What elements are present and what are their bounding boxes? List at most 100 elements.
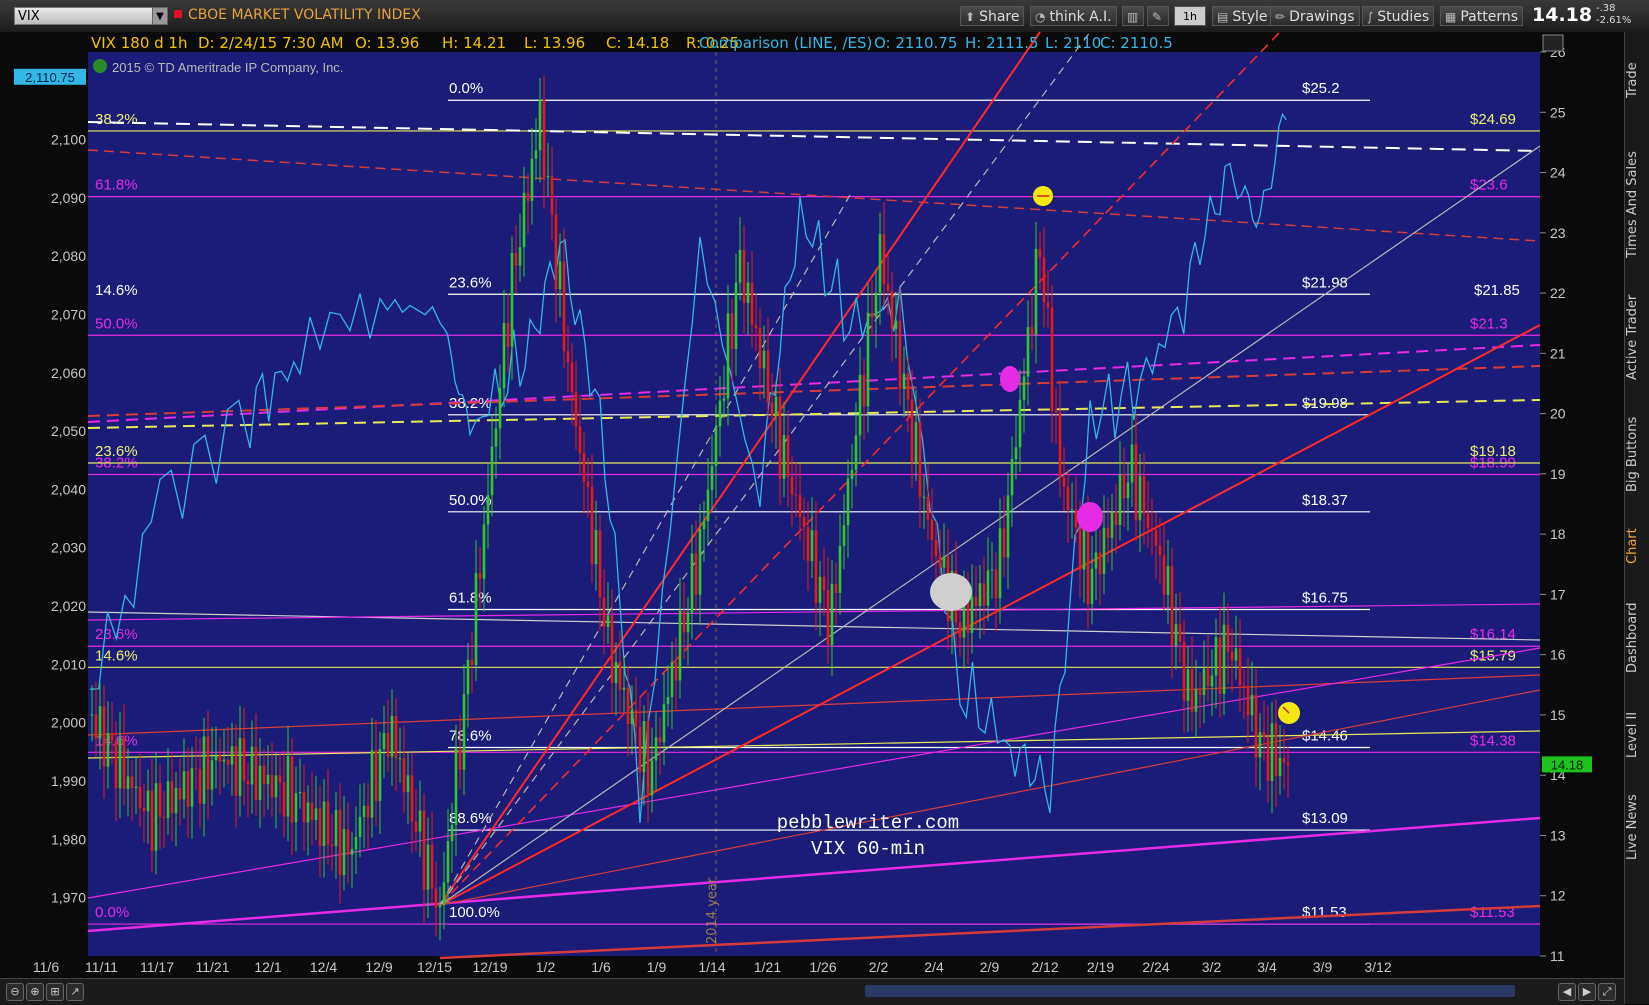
tab-live-news[interactable]: Live News xyxy=(1625,782,1649,872)
fib-extra-price: $21.85 xyxy=(1474,282,1520,299)
vix-candle-body xyxy=(410,775,414,822)
vix-candle-body xyxy=(990,569,994,571)
vix-candle-body xyxy=(570,362,574,393)
vix-candle-body xyxy=(582,453,586,482)
tab-dashboard[interactable]: Dashboard xyxy=(1625,588,1649,688)
vix-candle-body xyxy=(242,738,246,781)
vix-candle-body xyxy=(894,320,898,329)
fib-yellow-pct: 23.6% xyxy=(95,443,138,460)
copyright-text: 2015 © TD Ameritrade IP Company, Inc. xyxy=(112,60,343,75)
fib-magenta-pct: 0.0% xyxy=(95,904,129,921)
tab-trade[interactable]: Trade xyxy=(1625,40,1649,120)
vix-candle-body xyxy=(1262,732,1266,738)
tab-times-and-sales[interactable]: Times And Sales xyxy=(1625,140,1649,270)
scroll-left-icon[interactable]: ◀ xyxy=(1558,983,1576,1001)
fib-white-price: $18.37 xyxy=(1302,492,1348,509)
x-tick-label: 2/4 xyxy=(924,959,944,975)
vix-candle-body xyxy=(546,175,550,178)
info-low: L: 13.96 xyxy=(524,34,585,52)
vix-candle-body xyxy=(230,746,234,765)
vix-candle-body xyxy=(1114,511,1118,525)
vix-candle-body xyxy=(562,261,566,352)
vix-candle-body xyxy=(214,754,218,761)
vix-candle-body xyxy=(738,249,742,283)
vix-candle-body xyxy=(390,715,394,757)
vix-candle-body xyxy=(434,888,438,908)
vix-candle-body xyxy=(1158,545,1162,555)
vix-candle-body xyxy=(826,590,830,645)
vix-candle-body xyxy=(790,476,794,495)
vix-candle-body xyxy=(1026,327,1030,377)
vix-candle-body xyxy=(450,824,454,842)
vix-candle-body xyxy=(138,786,142,808)
right-tick-label: 21 xyxy=(1550,345,1566,361)
fit-icon[interactable]: ⊞ xyxy=(46,983,64,1001)
vix-candle-body xyxy=(650,760,654,796)
vix-candle-body xyxy=(494,428,498,447)
zoom-out-icon[interactable]: ⊖ xyxy=(6,983,24,1001)
vix-candle-body xyxy=(302,792,306,823)
scroll-thumb[interactable] xyxy=(865,985,1515,997)
vix-candle-body xyxy=(278,775,282,783)
x-tick-label: 1/26 xyxy=(809,959,836,975)
vix-chart[interactable]: 0.0%$25.223.6%$21.9838.2%$19.9850.0%$18.… xyxy=(0,0,1624,978)
vix-candle-body xyxy=(1110,511,1114,538)
vix-candle-body xyxy=(994,569,998,599)
vix-candle-body xyxy=(162,816,166,819)
drawing-mode-icon[interactable]: ↗ xyxy=(66,983,84,1001)
vix-candle-body xyxy=(910,399,914,462)
vix-candle-body xyxy=(874,292,878,318)
chart-scrollbar[interactable]: ⊖ ⊕ ⊞ ↗ ◀ ▶ ⤢ xyxy=(0,978,1624,1005)
zoom-in-icon[interactable]: ⊕ xyxy=(26,983,44,1001)
vix-candle-body xyxy=(942,556,946,568)
magenta-marker-lower xyxy=(1077,502,1103,532)
fib-yellow-pct: 38.2% xyxy=(95,111,138,128)
right-tick-label: 19 xyxy=(1550,466,1566,482)
vix-candle-body xyxy=(834,583,838,593)
panel-toggle-button[interactable] xyxy=(1542,34,1564,52)
scroll-right-icon[interactable]: ▶ xyxy=(1578,983,1596,1001)
vix-candle-body xyxy=(1042,257,1046,303)
vix-candle-body xyxy=(890,290,894,329)
vix-candle-body xyxy=(838,545,842,593)
tab-active-trader[interactable]: Active Trader xyxy=(1625,282,1649,392)
vix-candle-body xyxy=(358,816,362,837)
tab-level-ii[interactable]: Level II xyxy=(1625,700,1649,770)
vix-candle-body xyxy=(1186,669,1190,701)
tab-chart[interactable]: Chart xyxy=(1625,516,1649,576)
vix-candle-body xyxy=(250,746,254,785)
vix-candle-body xyxy=(98,706,102,739)
vix-candle-body xyxy=(1002,528,1006,558)
vix-candle-body xyxy=(658,737,662,743)
x-tick-label: 1/6 xyxy=(591,959,611,975)
vix-candle-body xyxy=(882,234,886,285)
vix-candle-body xyxy=(154,783,158,851)
vix-candle-body xyxy=(694,553,698,595)
expand-icon[interactable]: ⤢ xyxy=(1598,983,1616,1001)
vix-candle-body xyxy=(466,659,470,695)
x-tick-label: 2/12 xyxy=(1031,959,1058,975)
vix-candle-body xyxy=(294,793,298,823)
left-tick-label: 1,970 xyxy=(51,890,86,906)
vix-candle-body xyxy=(414,821,418,832)
vix-candle-body xyxy=(290,756,294,823)
vix-candle-body xyxy=(202,736,206,804)
vix-candle-body xyxy=(126,776,130,789)
vix-candle-body xyxy=(1102,527,1106,574)
vix-candle-body xyxy=(438,904,442,908)
left-tick-label: 1,990 xyxy=(51,773,86,789)
vix-candle-body xyxy=(286,756,290,817)
tab-big-buttons[interactable]: Big Buttons xyxy=(1625,404,1649,504)
vix-candle-body xyxy=(478,573,482,579)
vix-candle-body xyxy=(866,312,870,407)
vix-candle-body xyxy=(1150,528,1154,530)
vix-candle-body xyxy=(322,801,326,846)
info-date: D: 2/24/15 7:30 AM xyxy=(198,34,344,52)
vix-candle-body xyxy=(542,99,546,178)
vix-candle-body xyxy=(1250,695,1254,716)
vix-candle-body xyxy=(926,496,930,520)
vix-candle-body xyxy=(1190,669,1194,712)
vix-candle-body xyxy=(850,469,854,479)
vix-candle-body xyxy=(454,748,458,825)
vix-candle-body xyxy=(406,775,410,793)
